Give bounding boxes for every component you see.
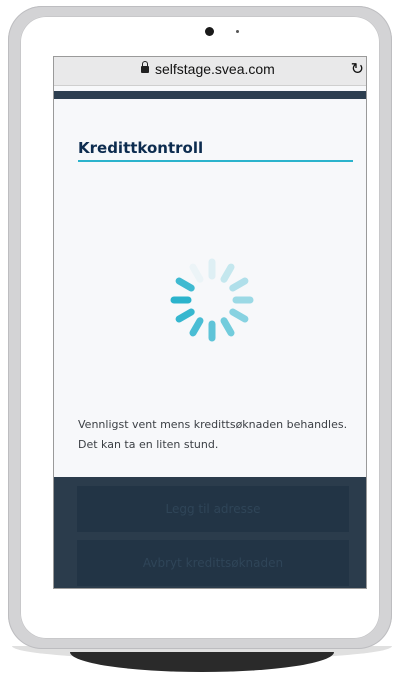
- page-title: Kredittkontroll: [78, 139, 204, 157]
- reload-icon[interactable]: ↻: [351, 59, 364, 78]
- cancel-credit-application-button[interactable]: Avbryt kredittsøknaden: [77, 540, 349, 586]
- spinner-segment: [220, 263, 235, 283]
- sensor-dot: [236, 30, 239, 33]
- spinner-segment: [175, 277, 195, 292]
- lock-icon: [141, 61, 149, 73]
- site-header-band: [54, 91, 366, 99]
- status-message: Vennligst vent mens kredittsøknaden beha…: [78, 415, 358, 455]
- url-text[interactable]: selfstage.svea.com: [155, 61, 275, 77]
- camera-icon: [205, 27, 214, 36]
- spinner-segment: [175, 308, 195, 323]
- spinner-segment: [220, 317, 235, 337]
- status-message-line2: Det kan ta en liten stund.: [78, 438, 219, 451]
- spinner-segment: [189, 317, 204, 337]
- footer-overlay: Legg til adresse Avbryt kredittsøknaden: [54, 477, 366, 588]
- loading-spinner-icon: [170, 258, 254, 342]
- browser-url-bar[interactable]: selfstage.svea.com ↻: [54, 57, 366, 86]
- spinner-segment: [189, 263, 204, 283]
- status-message-line1: Vennligst vent mens kredittsøknaden beha…: [78, 418, 348, 431]
- add-address-button[interactable]: Legg til adresse: [77, 486, 349, 532]
- spinner-segment: [229, 308, 249, 323]
- floor-shadow: [70, 652, 334, 672]
- screen: selfstage.svea.com ↻ Kredittkontroll Ven…: [54, 57, 366, 588]
- spinner-segment: [229, 277, 249, 292]
- title-underline: [78, 160, 353, 162]
